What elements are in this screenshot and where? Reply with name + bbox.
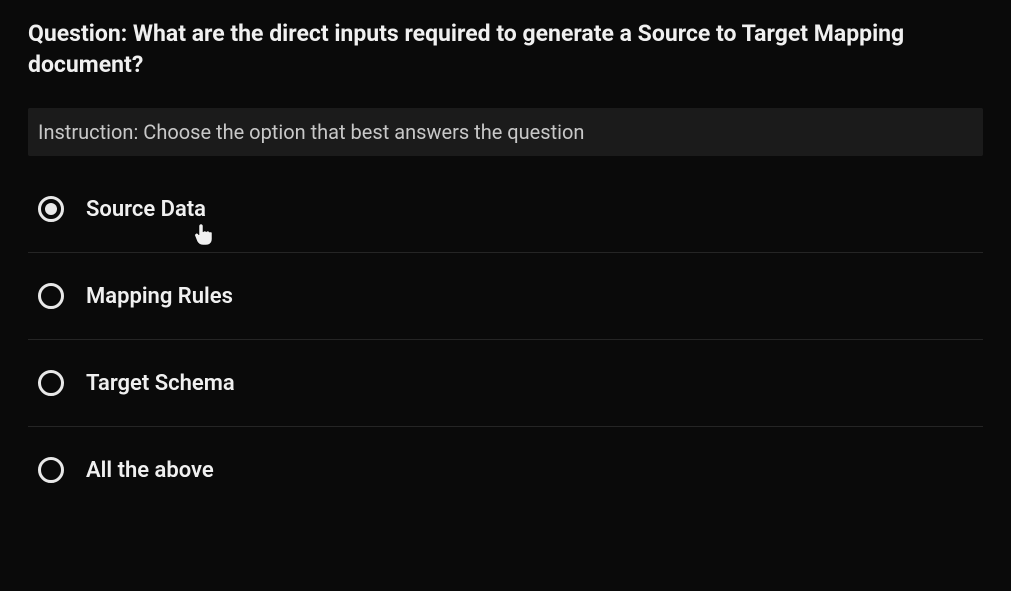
radio-icon [38, 457, 64, 483]
option-target-schema[interactable]: Target Schema [28, 340, 983, 427]
option-label: All the above [86, 458, 214, 483]
option-all-the-above[interactable]: All the above [28, 427, 983, 513]
question-body: What are the direct inputs required to g… [28, 20, 904, 78]
radio-inner-icon [45, 203, 57, 215]
option-label: Source Data [86, 197, 206, 222]
option-label: Mapping Rules [86, 284, 233, 309]
pointer-cursor-icon [193, 222, 213, 246]
radio-icon [38, 370, 64, 396]
radio-icon [38, 283, 64, 309]
options-list: Source Data Mapping Rules Target Schema … [28, 166, 983, 513]
option-mapping-rules[interactable]: Mapping Rules [28, 253, 983, 340]
instruction-body: Choose the option that best answers the … [143, 120, 584, 144]
instruction-block: Instruction: Choose the option that best… [28, 108, 983, 156]
option-source-data[interactable]: Source Data [28, 166, 983, 253]
question-block: Question: What are the direct inputs req… [28, 18, 983, 80]
radio-icon [38, 196, 64, 222]
instruction-label-prefix: Instruction: [38, 120, 143, 144]
option-label: Target Schema [86, 371, 235, 396]
question-label-prefix: Question: [28, 20, 133, 47]
question-text: Question: What are the direct inputs req… [28, 18, 983, 80]
instruction-text: Instruction: Choose the option that best… [38, 120, 973, 144]
